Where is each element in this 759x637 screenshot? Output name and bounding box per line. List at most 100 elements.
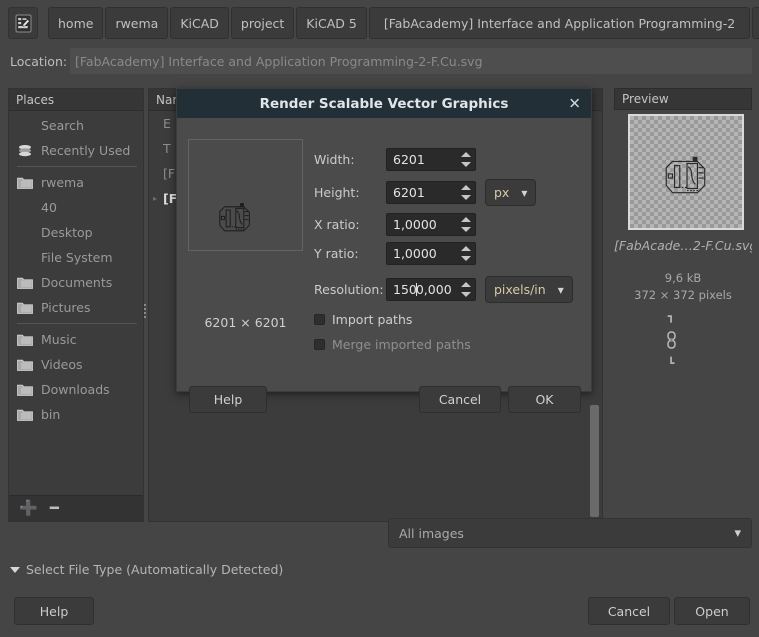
file-filter-value: All images: [399, 526, 464, 541]
breadcrumb-item-rwema[interactable]: rwema: [105, 7, 168, 39]
stepper-down-icon[interactable]: [461, 162, 471, 167]
stepper-down-icon[interactable]: [461, 227, 471, 232]
size-unit-dropdown[interactable]: px ▾: [485, 179, 536, 206]
sidebar-item-search[interactable]: Search: [9, 113, 143, 138]
stepper-down-icon[interactable]: [461, 195, 471, 200]
open-button[interactable]: Open: [674, 597, 750, 625]
resolution-unit-dropdown[interactable]: pixels/in ▾: [485, 276, 573, 303]
breadcrumb-item-home[interactable]: home: [48, 7, 103, 39]
plus-icon[interactable]: ➕: [19, 501, 38, 516]
sidebar-item-documents[interactable]: Documents: [9, 270, 143, 295]
sidebar-item-rwema[interactable]: rwema: [9, 170, 143, 195]
preview-header: Preview: [614, 88, 752, 110]
dialog-cancel-button[interactable]: Cancel: [419, 386, 501, 413]
expander-icon[interactable]: ▸: [153, 194, 163, 203]
dialog-ok-button[interactable]: OK: [508, 386, 581, 413]
x-ratio-input[interactable]: 1,0000: [386, 213, 476, 236]
scrollbar-thumb[interactable]: [590, 405, 599, 517]
y-ratio-input[interactable]: 1,0000: [386, 242, 476, 265]
sidebar-item-music[interactable]: Music: [9, 327, 143, 352]
stepper-up-icon[interactable]: [461, 282, 471, 287]
dialog-help-button[interactable]: Help: [189, 386, 267, 413]
close-icon[interactable]: ✕: [568, 96, 581, 111]
stepper-up-icon[interactable]: [461, 152, 471, 157]
resolution-value-before-caret: 150: [393, 282, 417, 297]
checkbox-box[interactable]: [314, 339, 325, 350]
size-unit-value: px: [494, 185, 509, 200]
y-ratio-stepper[interactable]: [459, 244, 473, 263]
sidebar-divider: [17, 323, 137, 324]
breadcrumb-item-plot[interactable]: plot: [752, 7, 759, 39]
sidebar-divider: [17, 166, 137, 167]
breadcrumb-item-kicad[interactable]: KiCAD: [170, 7, 229, 39]
sidebar-item-label: bin: [41, 407, 60, 422]
edit-path-icon[interactable]: [8, 7, 38, 39]
sidebar-item-pictures[interactable]: Pictures: [9, 295, 143, 320]
bracket-top-icon: ┓: [668, 311, 675, 322]
stepper-down-icon[interactable]: [461, 256, 471, 261]
stepper-up-icon[interactable]: [461, 246, 471, 251]
breadcrumb-item-kicad-5[interactable]: KiCAD 5: [296, 7, 367, 39]
preview-file-dimensions: 372 × 372 pixels: [614, 288, 752, 302]
ratio-chain-link[interactable]: ┓ ┗: [661, 311, 681, 369]
sidebar-item-label: Videos: [41, 357, 83, 372]
stepper-up-icon[interactable]: [461, 217, 471, 222]
render-svg-dialog: Render Scalable Vector Graphics ✕: [176, 88, 592, 392]
sidebar-item-label: 40: [41, 200, 57, 215]
y-ratio-row: Y ratio: 1,0000: [314, 242, 476, 265]
merge-imported-paths-checkbox[interactable]: Merge imported paths: [314, 337, 471, 352]
width-stepper[interactable]: [459, 150, 473, 169]
dialog-body: 6201 × 6201 Width: 6201 Height: 6201: [177, 118, 591, 393]
checkbox-box[interactable]: [314, 314, 325, 325]
height-input[interactable]: 6201: [386, 181, 476, 204]
width-row: Width: 6201: [314, 148, 476, 171]
sidebar-item-label: Search: [41, 118, 84, 133]
preview-pane: Preview [FabAcade…2-F.Cu.svg 9,6 kB 372 …: [614, 88, 752, 522]
y-ratio-label: Y ratio:: [314, 246, 386, 261]
preview-file-name: [FabAcade…2-F.Cu.svg: [614, 238, 752, 253]
dialog-title: Render Scalable Vector Graphics: [260, 96, 509, 112]
breadcrumb-item-fabacademy[interactable]: [FabAcademy] Interface and Application P…: [369, 7, 750, 39]
select-file-type-expander[interactable]: Select File Type (Automatically Detected…: [10, 562, 283, 577]
resolution-stepper[interactable]: [459, 280, 473, 299]
sidebar-item-desktop[interactable]: Desktop: [9, 220, 143, 245]
cancel-button[interactable]: Cancel: [588, 597, 670, 625]
sidebar-item-downloads[interactable]: Downloads: [9, 377, 143, 402]
help-button[interactable]: Help: [14, 597, 94, 625]
places-sidebar: Places Search Recently Used: [8, 88, 144, 522]
places-header: Places: [9, 89, 143, 111]
file-name: T: [163, 141, 171, 156]
minus-icon[interactable]: ━: [50, 501, 59, 516]
sidebar-item-bin[interactable]: bin: [9, 402, 143, 427]
resolution-unit-value: pixels/in: [494, 282, 546, 297]
chain-link-icon[interactable]: [665, 331, 678, 349]
file-open-window: home rwema KiCAD project KiCAD 5 [FabAca…: [0, 0, 759, 637]
import-paths-checkbox[interactable]: Import paths: [314, 312, 412, 327]
height-value: 6201: [393, 185, 425, 200]
width-input[interactable]: 6201: [386, 148, 476, 171]
breadcrumb-item-project[interactable]: project: [231, 7, 294, 39]
stepper-down-icon[interactable]: [461, 292, 471, 297]
x-ratio-row: X ratio: 1,0000: [314, 213, 476, 236]
sidebar-item-40[interactable]: 40: [9, 195, 143, 220]
expander-triangle-icon: [10, 567, 20, 573]
sidebar-item-label: Music: [41, 332, 77, 347]
merge-imported-paths-label: Merge imported paths: [332, 337, 471, 352]
pane-resize-handle[interactable]: [142, 300, 147, 322]
location-input[interactable]: [FabAcademy] Interface and Application P…: [70, 48, 752, 74]
stepper-up-icon[interactable]: [461, 185, 471, 190]
file-filter-dropdown[interactable]: All images ▾: [388, 518, 752, 548]
sidebar-item-videos[interactable]: Videos: [9, 352, 143, 377]
folder-icon: [17, 175, 37, 191]
x-ratio-stepper[interactable]: [459, 215, 473, 234]
width-value: 6201: [393, 152, 425, 167]
dialog-title-bar: Render Scalable Vector Graphics ✕: [177, 89, 591, 118]
x-ratio-label: X ratio:: [314, 217, 386, 232]
sidebar-item-file-system[interactable]: File System: [9, 245, 143, 270]
import-paths-label: Import paths: [332, 312, 412, 327]
width-label: Width:: [314, 152, 386, 167]
sidebar-item-recently-used[interactable]: Recently Used: [9, 138, 143, 163]
height-stepper[interactable]: [459, 183, 473, 202]
folder-icon: [17, 300, 37, 316]
resolution-input[interactable]: 1500,000: [386, 278, 476, 301]
